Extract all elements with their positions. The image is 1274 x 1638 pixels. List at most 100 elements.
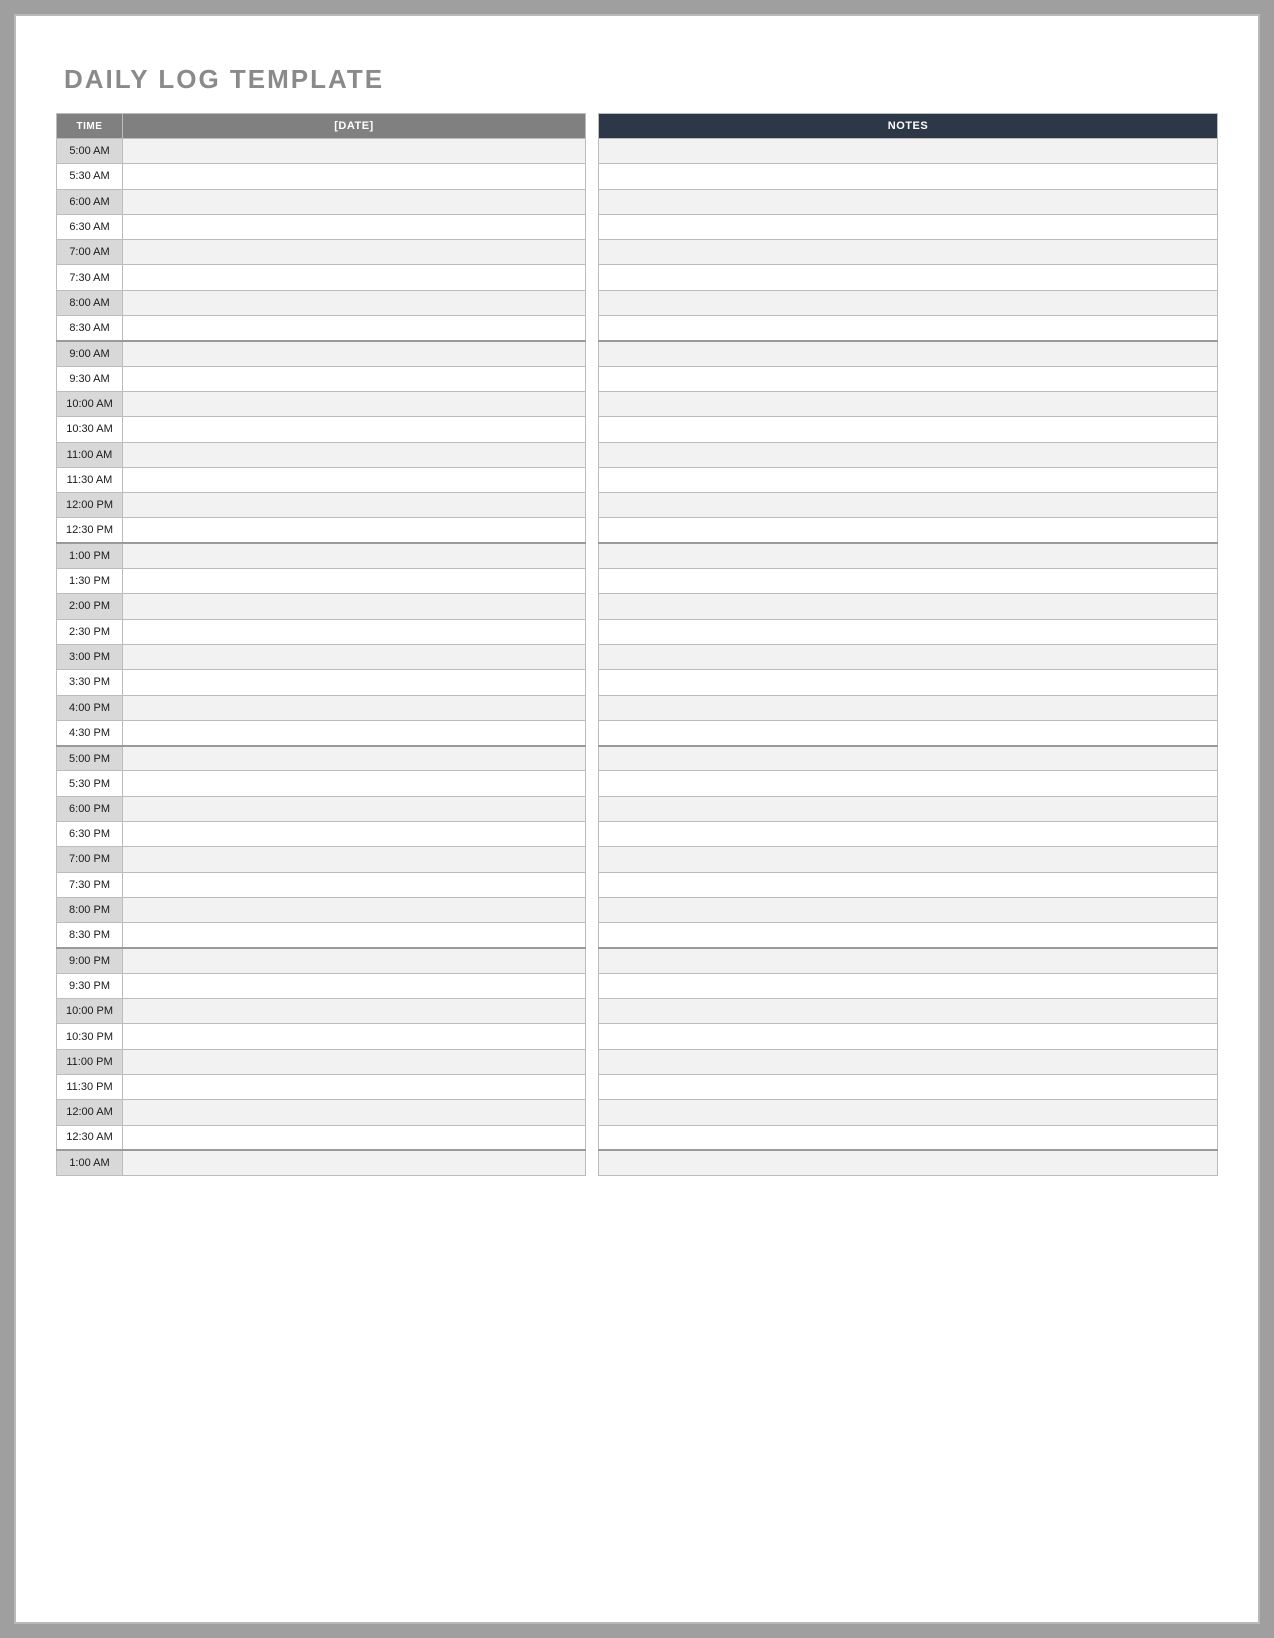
entry-cell[interactable] (123, 771, 586, 796)
entry-cell[interactable] (123, 644, 586, 669)
note-cell[interactable] (599, 139, 1218, 164)
note-cell[interactable] (599, 1049, 1218, 1074)
entry-cell[interactable] (123, 290, 586, 315)
time-cell: 12:00 AM (57, 1100, 123, 1125)
table-row (599, 366, 1218, 391)
entry-cell[interactable] (123, 695, 586, 720)
note-cell[interactable] (599, 290, 1218, 315)
table-row (599, 948, 1218, 973)
entry-cell[interactable] (123, 569, 586, 594)
entry-cell[interactable] (123, 518, 586, 543)
table-row: 7:30 PM (57, 872, 586, 897)
entry-cell[interactable] (123, 139, 586, 164)
note-cell[interactable] (599, 847, 1218, 872)
entry-cell[interactable] (123, 847, 586, 872)
note-cell[interactable] (599, 341, 1218, 366)
table-row (599, 1024, 1218, 1049)
table-row: 11:00 PM (57, 1049, 586, 1074)
note-cell[interactable] (599, 391, 1218, 416)
table-row: 11:30 PM (57, 1074, 586, 1099)
entry-cell[interactable] (123, 973, 586, 998)
note-cell[interactable] (599, 493, 1218, 518)
entry-cell[interactable] (123, 442, 586, 467)
note-cell[interactable] (599, 164, 1218, 189)
table-row (599, 619, 1218, 644)
note-cell[interactable] (599, 872, 1218, 897)
note-cell[interactable] (599, 316, 1218, 341)
table-row: 12:30 PM (57, 518, 586, 543)
entry-cell[interactable] (123, 240, 586, 265)
note-cell[interactable] (599, 948, 1218, 973)
note-cell[interactable] (599, 417, 1218, 442)
entry-cell[interactable] (123, 670, 586, 695)
note-cell[interactable] (599, 240, 1218, 265)
entry-cell[interactable] (123, 746, 586, 771)
note-cell[interactable] (599, 822, 1218, 847)
entry-cell[interactable] (123, 897, 586, 922)
entry-cell[interactable] (123, 1125, 586, 1150)
note-cell[interactable] (599, 543, 1218, 568)
note-cell[interactable] (599, 518, 1218, 543)
entry-cell[interactable] (123, 417, 586, 442)
note-cell[interactable] (599, 771, 1218, 796)
note-cell[interactable] (599, 1024, 1218, 1049)
note-cell[interactable] (599, 973, 1218, 998)
note-cell[interactable] (599, 999, 1218, 1024)
note-cell[interactable] (599, 1125, 1218, 1150)
entry-cell[interactable] (123, 1150, 586, 1175)
entry-cell[interactable] (123, 164, 586, 189)
entry-cell[interactable] (123, 1100, 586, 1125)
entry-cell[interactable] (123, 1074, 586, 1099)
note-cell[interactable] (599, 923, 1218, 948)
entry-cell[interactable] (123, 720, 586, 745)
table-row: 10:00 PM (57, 999, 586, 1024)
note-cell[interactable] (599, 1150, 1218, 1175)
entry-cell[interactable] (123, 872, 586, 897)
entry-cell[interactable] (123, 822, 586, 847)
entry-cell[interactable] (123, 796, 586, 821)
table-row: 7:00 AM (57, 240, 586, 265)
note-cell[interactable] (599, 796, 1218, 821)
entry-cell[interactable] (123, 619, 586, 644)
entry-cell[interactable] (123, 265, 586, 290)
entry-cell[interactable] (123, 948, 586, 973)
note-cell[interactable] (599, 1074, 1218, 1099)
note-cell[interactable] (599, 442, 1218, 467)
note-cell[interactable] (599, 670, 1218, 695)
table-row: 10:30 AM (57, 417, 586, 442)
entry-cell[interactable] (123, 467, 586, 492)
entry-cell[interactable] (123, 214, 586, 239)
note-cell[interactable] (599, 746, 1218, 771)
entry-cell[interactable] (123, 1024, 586, 1049)
entry-cell[interactable] (123, 594, 586, 619)
entry-cell[interactable] (123, 543, 586, 568)
entry-cell[interactable] (123, 923, 586, 948)
entry-cell[interactable] (123, 1049, 586, 1074)
note-cell[interactable] (599, 720, 1218, 745)
note-cell[interactable] (599, 644, 1218, 669)
table-row: 6:30 AM (57, 214, 586, 239)
entry-cell[interactable] (123, 999, 586, 1024)
entry-cell[interactable] (123, 366, 586, 391)
note-cell[interactable] (599, 569, 1218, 594)
time-cell: 8:30 PM (57, 923, 123, 948)
note-cell[interactable] (599, 467, 1218, 492)
note-cell[interactable] (599, 265, 1218, 290)
note-cell[interactable] (599, 897, 1218, 922)
entry-cell[interactable] (123, 493, 586, 518)
note-cell[interactable] (599, 366, 1218, 391)
note-cell[interactable] (599, 214, 1218, 239)
time-cell: 3:00 PM (57, 644, 123, 669)
table-row: 8:30 PM (57, 923, 586, 948)
entry-cell[interactable] (123, 316, 586, 341)
note-cell[interactable] (599, 619, 1218, 644)
entry-cell[interactable] (123, 341, 586, 366)
time-cell: 12:30 AM (57, 1125, 123, 1150)
entry-cell[interactable] (123, 391, 586, 416)
note-cell[interactable] (599, 594, 1218, 619)
note-cell[interactable] (599, 189, 1218, 214)
entry-cell[interactable] (123, 189, 586, 214)
note-cell[interactable] (599, 695, 1218, 720)
note-cell[interactable] (599, 1100, 1218, 1125)
time-cell: 6:00 AM (57, 189, 123, 214)
